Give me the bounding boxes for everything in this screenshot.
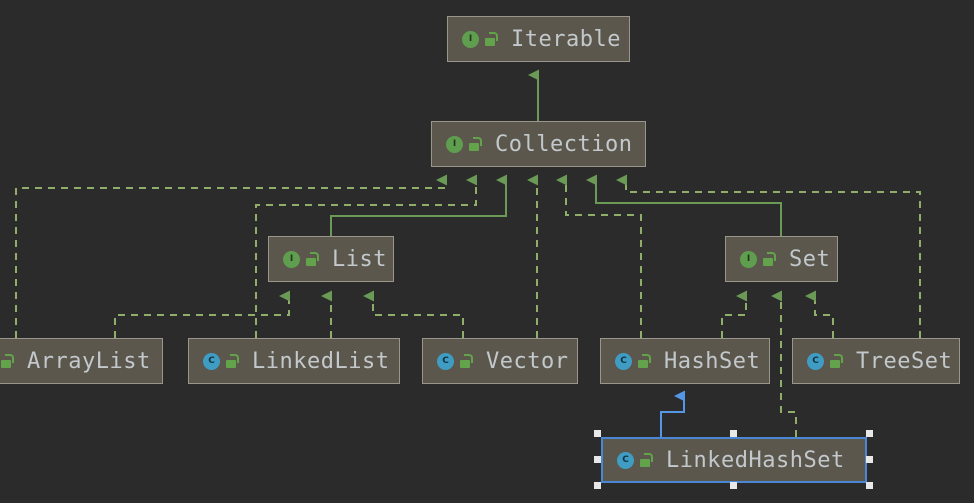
node-linkedlist[interactable]: C LinkedList xyxy=(188,338,400,384)
node-icon-group: C xyxy=(615,352,651,370)
node-label: ArrayList xyxy=(27,348,151,374)
node-vector[interactable]: C Vector xyxy=(422,338,578,384)
unlocked-public-icon xyxy=(762,252,776,266)
selection-handle-bottom-center[interactable] xyxy=(730,482,737,489)
node-label: TreeSet xyxy=(856,348,953,374)
node-icon-group: C xyxy=(437,352,473,370)
node-icon-group: C xyxy=(807,352,843,370)
node-collection[interactable]: I Collection xyxy=(431,121,646,167)
edge-set-to-collection xyxy=(586,174,782,236)
edge-linkedhashset-to-hashset xyxy=(660,390,685,437)
class-c-icon: C xyxy=(617,451,634,469)
node-linkedhashset[interactable]: C LinkedHashSet xyxy=(601,437,867,483)
unlocked-public-icon xyxy=(829,354,843,368)
selection-handle-top-center[interactable] xyxy=(730,430,737,437)
interface-i-icon: I xyxy=(462,30,479,48)
node-label: Set xyxy=(789,246,831,272)
unlocked-public-icon xyxy=(305,252,319,266)
class-c-icon: C xyxy=(807,352,824,370)
edge-list-to-collection xyxy=(330,174,507,236)
unlocked-public-icon xyxy=(639,453,653,467)
node-icon-group: I xyxy=(283,250,319,268)
node-label: HashSet xyxy=(664,348,761,374)
selection-handle-bottom-right[interactable] xyxy=(866,482,873,489)
node-treeset[interactable]: C TreeSet xyxy=(792,338,960,384)
unlocked-public-icon xyxy=(484,32,498,46)
class-c-icon: C xyxy=(615,352,632,370)
node-icon-group: I xyxy=(462,30,498,48)
node-label: LinkedHashSet xyxy=(666,447,845,473)
selection-handle-middle-right[interactable] xyxy=(866,456,873,463)
interface-i-icon: I xyxy=(446,135,463,153)
node-hashset[interactable]: C HashSet xyxy=(600,338,770,384)
node-iterable[interactable]: I Iterable xyxy=(447,16,630,62)
class-c-icon: C xyxy=(203,352,220,370)
edge-hashset-to-set xyxy=(721,290,747,338)
node-icon-group: C xyxy=(617,451,653,469)
node-label: Iterable xyxy=(511,26,621,52)
selection-handle-middle-left[interactable] xyxy=(594,456,601,463)
node-icon-group: C xyxy=(203,352,239,370)
edge-hashset-to-collection xyxy=(556,174,642,338)
diagram-canvas[interactable]: I Iterable I Collection I List I Set C xyxy=(0,0,974,503)
selection-handle-top-left[interactable] xyxy=(594,430,601,437)
unlocked-public-icon xyxy=(225,354,239,368)
node-icon-group: I xyxy=(740,250,776,268)
node-icon-group: C xyxy=(0,353,14,370)
selection-handle-bottom-left[interactable] xyxy=(594,482,601,489)
node-set[interactable]: I Set xyxy=(725,236,838,282)
edge-treeset-to-set xyxy=(805,290,834,338)
node-label: List xyxy=(332,246,387,272)
node-arraylist[interactable]: C ArrayList xyxy=(0,338,163,384)
interface-i-icon: I xyxy=(740,250,757,268)
unlocked-public-icon xyxy=(0,354,14,368)
class-c-icon: C xyxy=(437,352,454,370)
node-label: LinkedList xyxy=(252,348,390,374)
node-list[interactable]: I List xyxy=(268,236,394,282)
interface-i-icon: I xyxy=(283,250,300,268)
unlocked-public-icon xyxy=(459,354,473,368)
selection-handle-top-right[interactable] xyxy=(866,430,873,437)
unlocked-public-icon xyxy=(637,354,651,368)
edge-vector-to-list xyxy=(363,290,464,338)
edge-arraylist-to-list xyxy=(114,290,290,338)
node-label: Vector xyxy=(486,348,569,374)
node-icon-group: I xyxy=(446,135,482,153)
unlocked-public-icon xyxy=(468,137,482,151)
node-label: Collection xyxy=(495,131,633,157)
